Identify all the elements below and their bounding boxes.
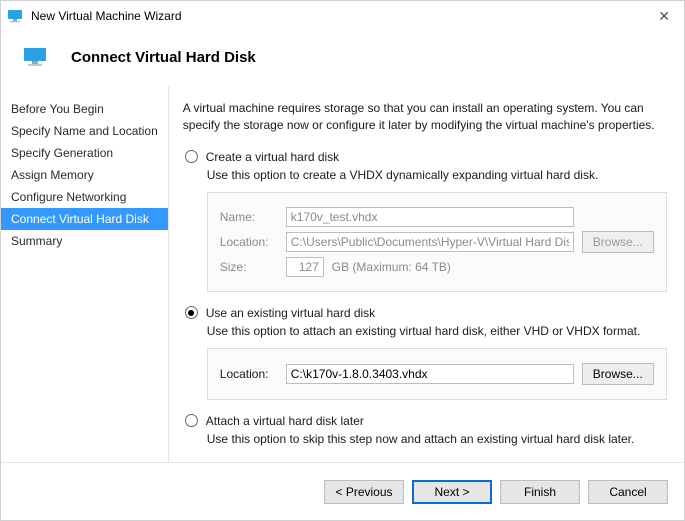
create-size-input <box>286 257 324 277</box>
sidebar-item-assign-memory[interactable]: Assign Memory <box>1 164 168 186</box>
sidebar-item-specify-name-location[interactable]: Specify Name and Location <box>1 120 168 142</box>
finish-button[interactable]: Finish <box>500 480 580 504</box>
sidebar-item-connect-vhd[interactable]: Connect Virtual Hard Disk <box>1 208 168 230</box>
close-icon[interactable]: ✕ <box>650 8 678 25</box>
create-size-suffix: GB (Maximum: 64 TB) <box>332 260 451 274</box>
existing-browse-button[interactable]: Browse... <box>582 363 654 385</box>
group-use-existing-vhd: Location: Browse... <box>207 348 667 400</box>
content-pane: A virtual machine requires storage so th… <box>169 86 685 486</box>
option-attach-later-desc: Use this option to skip this step now an… <box>207 432 667 446</box>
create-name-label: Name: <box>220 210 278 224</box>
titlebar: New Virtual Machine Wizard ✕ <box>1 1 684 31</box>
wizard-footer: < Previous Next > Finish Cancel <box>1 462 684 520</box>
option-create-vhd-desc: Use this option to create a VHDX dynamic… <box>207 168 667 182</box>
option-use-existing-vhd-label: Use an existing virtual hard disk <box>206 306 375 320</box>
option-attach-later[interactable]: Attach a virtual hard disk later <box>183 414 667 428</box>
radio-use-existing-vhd[interactable] <box>185 306 198 319</box>
create-location-input <box>286 232 574 252</box>
existing-location-label: Location: <box>220 367 278 381</box>
intro-text: A virtual machine requires storage so th… <box>183 100 667 134</box>
sidebar-item-summary[interactable]: Summary <box>1 230 168 252</box>
option-use-existing-vhd[interactable]: Use an existing virtual hard disk <box>183 306 667 320</box>
wizard-steps-sidebar: Before You Begin Specify Name and Locati… <box>1 86 169 486</box>
group-create-vhd: Name: Location: Browse... Size: GB (Maxi… <box>207 192 667 292</box>
create-browse-button: Browse... <box>582 231 654 253</box>
radio-create-vhd[interactable] <box>185 150 198 163</box>
page-title: Connect Virtual Hard Disk <box>71 49 256 66</box>
previous-button[interactable]: < Previous <box>324 480 404 504</box>
radio-attach-later[interactable] <box>185 414 198 427</box>
create-location-label: Location: <box>220 235 278 249</box>
sidebar-item-before-you-begin[interactable]: Before You Begin <box>1 98 168 120</box>
sidebar-item-specify-generation[interactable]: Specify Generation <box>1 142 168 164</box>
header-icon <box>23 47 49 67</box>
create-name-input <box>286 207 574 227</box>
option-create-vhd-label: Create a virtual hard disk <box>206 150 339 164</box>
create-size-label: Size: <box>220 260 278 274</box>
cancel-button[interactable]: Cancel <box>588 480 668 504</box>
app-icon <box>7 9 25 23</box>
option-create-vhd[interactable]: Create a virtual hard disk <box>183 150 667 164</box>
option-use-existing-vhd-desc: Use this option to attach an existing vi… <box>207 324 667 338</box>
wizard-header: Connect Virtual Hard Disk <box>1 31 684 86</box>
option-attach-later-label: Attach a virtual hard disk later <box>206 414 364 428</box>
existing-location-input[interactable] <box>286 364 574 384</box>
window-title: New Virtual Machine Wizard <box>31 9 650 23</box>
sidebar-item-configure-networking[interactable]: Configure Networking <box>1 186 168 208</box>
next-button[interactable]: Next > <box>412 480 492 504</box>
